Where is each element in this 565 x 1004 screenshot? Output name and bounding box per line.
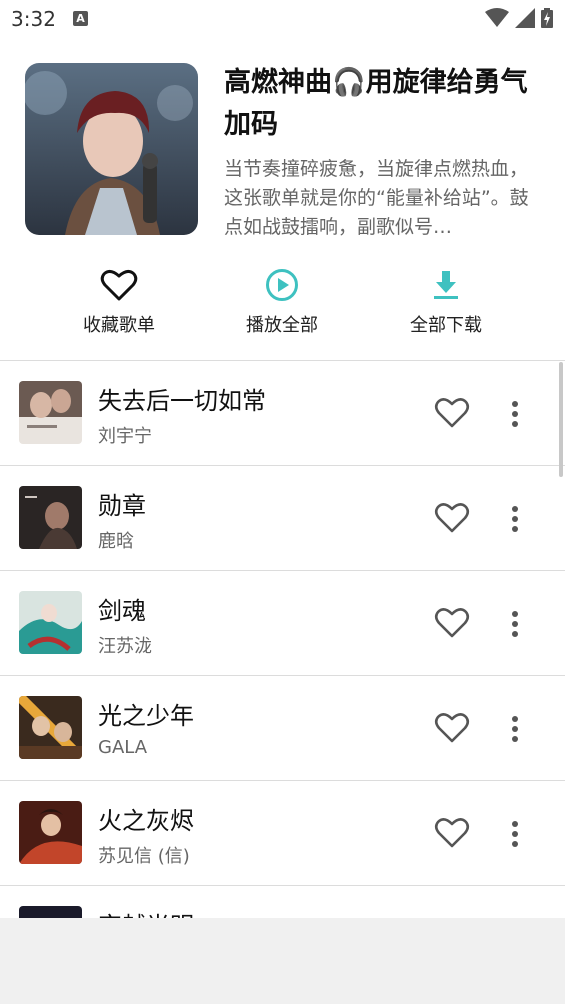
like-heart-icon[interactable] (434, 817, 470, 849)
song-cover-image (19, 906, 82, 918)
song-artist: 苏见信 (信) (98, 846, 190, 867)
more-options-icon[interactable] (503, 819, 527, 849)
song-artist: GALA (98, 737, 148, 758)
playlist-title: 高燃神曲🎧用旋律给勇气加码 (224, 67, 528, 140)
song-cover-image (19, 801, 82, 864)
song-title: 勋章 (98, 492, 146, 520)
heart-outline-icon (100, 269, 138, 301)
song-row[interactable]: 勋章 鹿晗 (0, 466, 565, 571)
song-artist: 鹿晗 (98, 531, 134, 552)
more-options-icon[interactable] (503, 714, 527, 744)
favorite-playlist-label: 收藏歌单 (83, 315, 155, 336)
song-row[interactable]: 光之少年 GALA (0, 676, 565, 781)
scrollbar[interactable] (559, 362, 563, 477)
like-heart-icon[interactable] (434, 607, 470, 639)
more-options-icon[interactable] (503, 609, 527, 639)
play-all-button[interactable]: 播放全部 (212, 265, 352, 337)
song-row[interactable]: 火之灰烬 苏见信 (信) (0, 781, 565, 886)
more-options-icon[interactable] (503, 399, 527, 429)
playlist-description[interactable]: 当节奏撞碎疲惫，当旋律点燃热血，这张歌单就是你的“能量补给站”。鼓点如战鼓擂响，… (224, 155, 536, 242)
download-all-label: 全部下载 (410, 315, 482, 336)
favorite-playlist-button[interactable]: 收藏歌单 (49, 265, 189, 337)
song-cover-image (19, 591, 82, 654)
song-row[interactable]: 失去后一切如常 刘宇宁 (0, 361, 565, 466)
like-heart-icon[interactable] (434, 397, 470, 429)
song-artist: 汪苏泷 (98, 636, 152, 657)
song-cover-image (19, 486, 82, 549)
wifi-icon (485, 8, 509, 27)
song-title: 失去后一切如常 (98, 387, 266, 415)
song-title: 光之少年 (98, 702, 194, 730)
song-list: 失去后一切如常 刘宇宁 勋章 鹿晗 剑魂 汪苏泷 光之少年 GALA 火之灰烬 … (0, 361, 565, 918)
playlist-cover-image (25, 63, 198, 235)
app-screen: 3:32 A 高燃神曲🎧用旋律给勇气加码 当节奏撞碎疲惫，当旋律点燃热血，这张歌… (0, 0, 565, 918)
song-row[interactable]: 剑魂 汪苏泷 (0, 571, 565, 676)
play-circle-icon (266, 269, 298, 301)
song-title: 剑魂 (98, 597, 146, 625)
song-artist: 刘宇宁 (98, 426, 152, 447)
download-all-button[interactable]: 全部下载 (376, 265, 516, 337)
status-bar: 3:32 A (0, 0, 565, 38)
like-heart-icon[interactable] (434, 502, 470, 534)
cell-signal-icon (515, 8, 535, 28)
status-icons (485, 8, 553, 28)
battery-icon (541, 8, 553, 28)
song-cover-image (19, 381, 82, 444)
play-all-label: 播放全部 (246, 315, 318, 336)
download-icon (434, 271, 458, 299)
song-cover-image (19, 696, 82, 759)
song-row[interactable]: 穿越光明 (0, 886, 565, 918)
notification-app-icon: A (73, 11, 88, 26)
status-time: 3:32 (11, 7, 56, 31)
like-heart-icon[interactable] (434, 712, 470, 744)
song-title: 穿越光明 (98, 906, 194, 918)
more-options-icon[interactable] (503, 504, 527, 534)
song-title: 火之灰烬 (98, 807, 194, 835)
